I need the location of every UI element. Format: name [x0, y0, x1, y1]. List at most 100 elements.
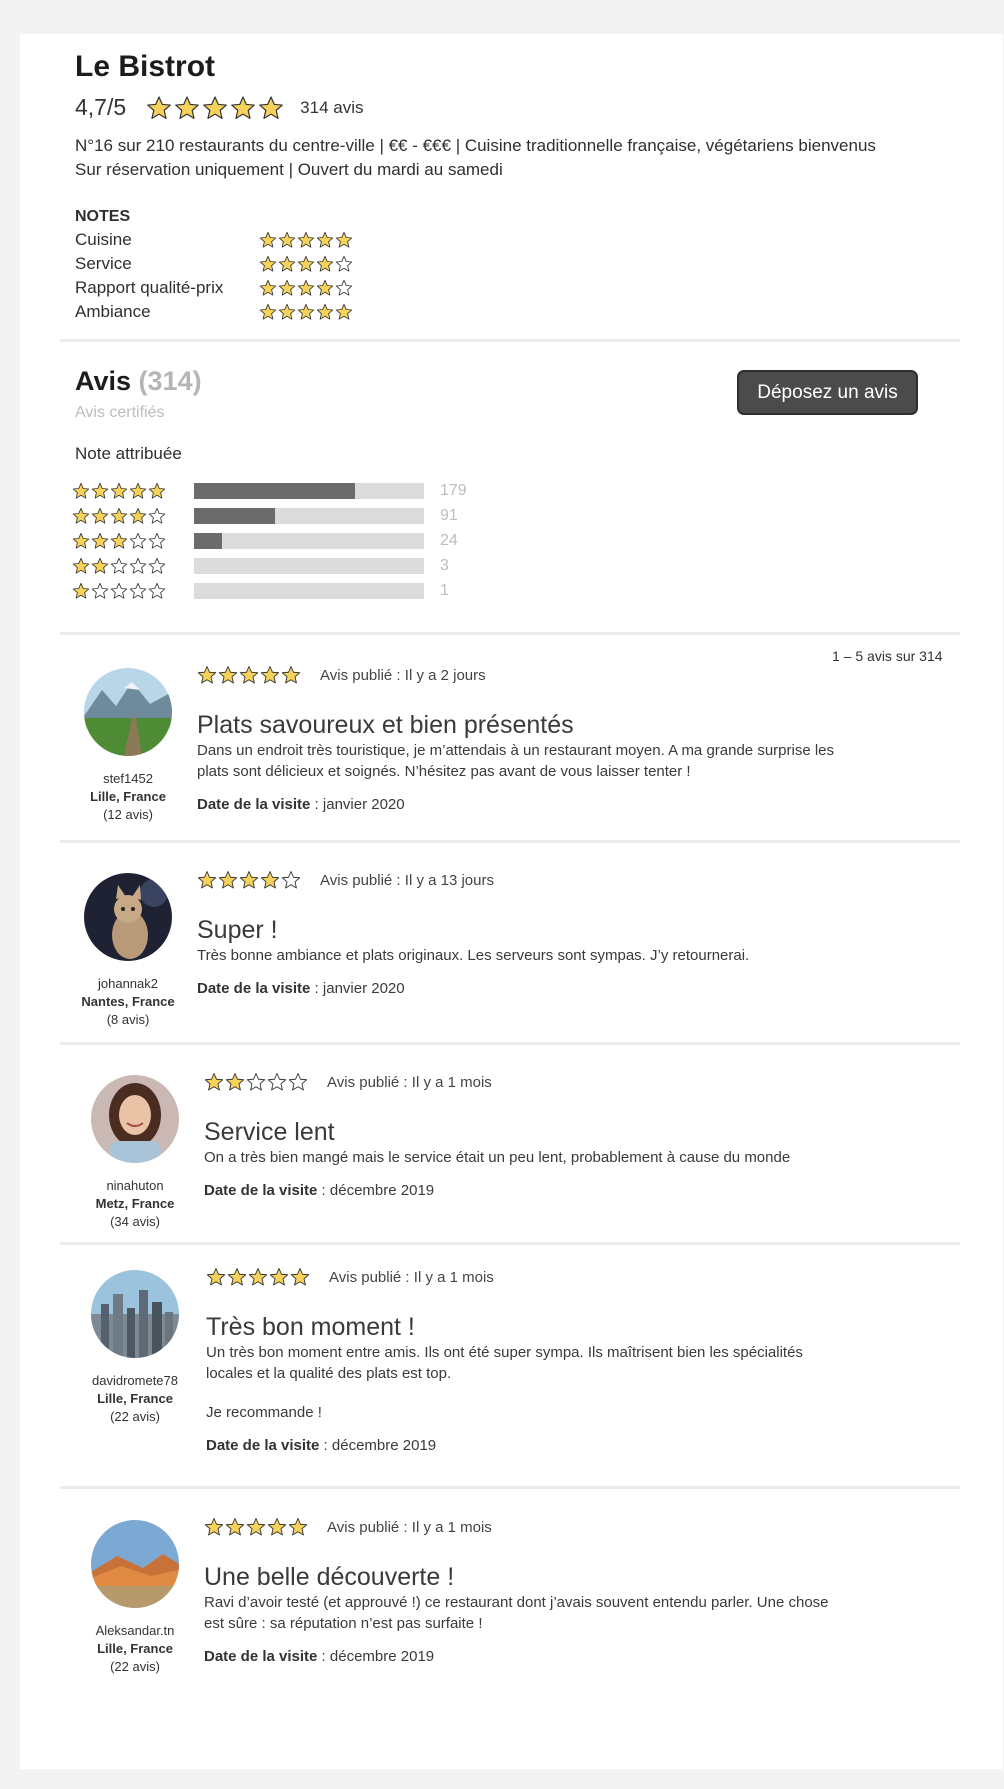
- distribution-bar: [194, 482, 424, 499]
- reviewer-location: Lille, France: [90, 789, 166, 804]
- visit-date-value: : décembre 2019: [319, 1437, 437, 1454]
- distribution-stars: [72, 582, 194, 600]
- distribution-stars: [72, 532, 194, 550]
- star-empty-icon: [148, 532, 166, 549]
- star-filled-icon: [197, 871, 217, 889]
- note-label: Rapport qualité-prix: [75, 278, 224, 297]
- distribution-count: 91: [440, 506, 458, 524]
- star-filled-icon: [297, 303, 315, 320]
- reviewer-name[interactable]: ninahuton: [75, 1177, 195, 1195]
- star-filled-icon: [204, 1518, 224, 1536]
- star-filled-icon: [227, 1268, 247, 1286]
- reviewer-location: Lille, France: [97, 1391, 173, 1406]
- star-filled-icon: [269, 1268, 289, 1286]
- star-filled-icon: [281, 666, 301, 684]
- star-empty-icon: [148, 582, 166, 599]
- distribution-count: 24: [440, 531, 458, 549]
- review-stars: [197, 870, 302, 890]
- star-filled-icon: [260, 666, 280, 684]
- reviewer-name[interactable]: davidromete78: [75, 1372, 195, 1390]
- info-line-ranking: N°16 sur 210 restaurants du centre-ville…: [75, 136, 876, 155]
- distribution-bar-fill: [194, 507, 275, 524]
- note-label: Cuisine: [75, 230, 132, 249]
- star-filled-icon: [147, 95, 172, 119]
- star-empty-icon: [129, 532, 147, 549]
- star-empty-icon: [288, 1073, 308, 1091]
- review-text: Ravi d’avoir testé (et approuvé !) ce re…: [204, 1594, 829, 1632]
- star-filled-icon: [197, 666, 217, 684]
- avatar[interactable]: [91, 1520, 179, 1608]
- reviewer-name[interactable]: johannak2: [68, 975, 188, 993]
- star-filled-icon: [335, 231, 353, 248]
- visit-date: Date de la visite : janvier 2020: [197, 796, 837, 813]
- reviewer-name[interactable]: stef1452: [68, 770, 188, 788]
- distribution-bar-fill: [194, 482, 355, 499]
- star-filled-icon: [72, 482, 90, 499]
- avatar[interactable]: [91, 1270, 179, 1358]
- rating-distribution-label: Note attribuée: [75, 444, 182, 463]
- rating-distribution: 179 91 24 3 1: [72, 478, 467, 603]
- star-filled-icon: [288, 1518, 308, 1536]
- star-filled-icon: [72, 532, 90, 549]
- star-filled-icon: [316, 231, 334, 248]
- note-row: Service: [75, 252, 354, 276]
- avatar[interactable]: [91, 1075, 179, 1163]
- review-body: Avis publié : Il y a 2 jours Plats savour…: [197, 662, 837, 813]
- star-empty-icon: [110, 557, 128, 574]
- divider: [60, 1486, 960, 1489]
- review-body: Avis publié : Il y a 1 mois Très bon mome…: [206, 1264, 846, 1454]
- visit-date: Date de la visite : décembre 2019: [204, 1182, 844, 1199]
- star-filled-icon: [129, 507, 147, 524]
- star-filled-icon: [278, 231, 296, 248]
- star-empty-icon: [110, 582, 128, 599]
- distribution-row-4-stars[interactable]: 91: [72, 503, 467, 528]
- note-label: Ambiance: [75, 302, 151, 321]
- divider: [60, 840, 960, 843]
- visit-date: Date de la visite : janvier 2020: [197, 980, 837, 997]
- review-published-date: Avis publié : Il y a 1 mois: [327, 1073, 492, 1091]
- star-filled-icon: [239, 666, 259, 684]
- distribution-bar: [194, 507, 424, 524]
- reviewer-name[interactable]: Aleksandar.tn: [75, 1622, 195, 1640]
- note-row: Ambiance: [75, 300, 354, 324]
- reviewer-review-count: (22 avis): [110, 1409, 160, 1424]
- divider: [60, 632, 960, 635]
- divider: [60, 1242, 960, 1245]
- star-filled-icon: [110, 482, 128, 499]
- avatar[interactable]: [84, 668, 172, 756]
- post-review-button[interactable]: Déposez un avis: [737, 370, 918, 415]
- star-filled-icon: [175, 95, 200, 119]
- avatar[interactable]: [84, 873, 172, 961]
- star-filled-icon: [225, 1518, 245, 1536]
- review-published-date: Avis publié : Il y a 1 mois: [327, 1518, 492, 1536]
- visit-date-label: Date de la visite: [204, 1182, 318, 1199]
- visit-date-label: Date de la visite: [197, 796, 311, 813]
- distribution-bar: [194, 532, 424, 549]
- overall-rating: 4,7/5 314 avis: [75, 94, 363, 121]
- note-row: Cuisine: [75, 228, 354, 252]
- notes-panel: NOTES Cuisine Service Rapport qualité-prix…: [75, 206, 354, 324]
- review-published-date: Avis publié : Il y a 2 jours: [320, 666, 486, 684]
- star-filled-icon: [129, 482, 147, 499]
- star-filled-icon: [278, 279, 296, 296]
- review-count-link[interactable]: 314 avis: [300, 98, 363, 118]
- star-filled-icon: [248, 1268, 268, 1286]
- distribution-row-2-stars[interactable]: 3: [72, 553, 467, 578]
- divider: [60, 339, 960, 342]
- distribution-bar: [194, 557, 424, 574]
- restaurant-name: Le Bistrot: [75, 50, 216, 83]
- star-filled-icon: [297, 279, 315, 296]
- visit-date: Date de la visite : décembre 2019: [206, 1437, 846, 1454]
- star-filled-icon: [239, 871, 259, 889]
- distribution-row-1-stars[interactable]: 1: [72, 578, 467, 603]
- star-filled-icon: [72, 507, 90, 524]
- star-filled-icon: [203, 95, 228, 119]
- distribution-row-3-stars[interactable]: 24: [72, 528, 467, 553]
- distribution-count: 179: [440, 481, 467, 499]
- certified-label: Avis certifiés: [75, 404, 165, 421]
- review-text: Je recommande !: [206, 1404, 322, 1421]
- reviews-title-label: Avis: [75, 366, 132, 396]
- review-text: Très bonne ambiance et plats originaux. …: [197, 947, 750, 964]
- review-published-date: Avis publié : Il y a 13 jours: [320, 871, 494, 889]
- distribution-row-5-stars[interactable]: 179: [72, 478, 467, 503]
